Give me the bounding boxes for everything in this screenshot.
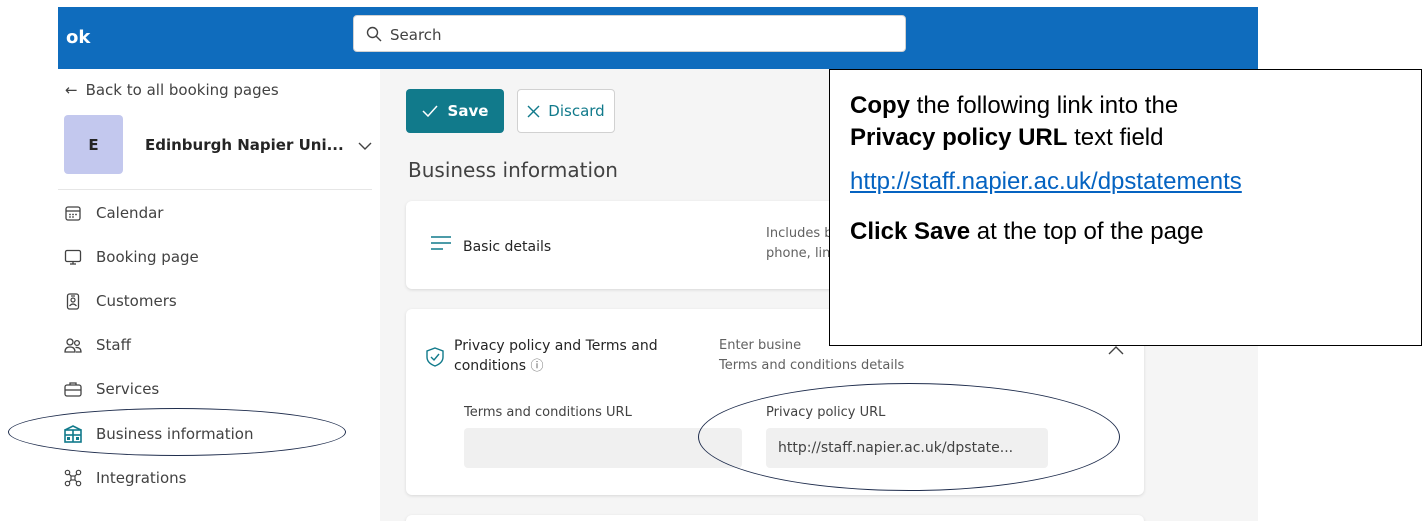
- sidebar-item-label: Integrations: [96, 469, 187, 487]
- instruction-bold: Copy: [850, 92, 910, 119]
- sidebar-item-calendar[interactable]: Calendar: [58, 198, 163, 228]
- business-name: Edinburgh Napier Uni...: [145, 135, 344, 154]
- sidebar-item-label: Calendar: [96, 204, 164, 222]
- save-button[interactable]: Save: [406, 89, 504, 133]
- top-bar: ok Search: [58, 7, 1258, 69]
- calendar-icon: [58, 204, 88, 222]
- search-icon: [366, 26, 382, 42]
- app-brand: ok: [66, 27, 91, 48]
- chevron-up-icon[interactable]: [1108, 345, 1124, 355]
- badge-icon: [58, 292, 88, 310]
- nav-divider: [58, 189, 372, 190]
- sidebar-item-label: Customers: [96, 292, 177, 310]
- text-lines-icon: [430, 234, 452, 257]
- label-line: Privacy policy and Terms and: [454, 338, 658, 354]
- label-line-2: conditions ⓘ: [454, 356, 714, 377]
- highlight-ellipse-nav: [8, 408, 346, 456]
- sidebar-item-label: Services: [96, 380, 160, 398]
- search-input[interactable]: Search: [353, 15, 906, 52]
- basic-details-label: Basic details: [463, 239, 552, 255]
- instruction-line-1: Copy the following link into the: [850, 90, 1421, 122]
- sidebar-item-staff[interactable]: Staff: [58, 330, 131, 360]
- instruction-line-3: Click Save at the top of the page: [850, 216, 1421, 248]
- description-line: Terms and conditions details: [719, 358, 905, 373]
- back-label: Back to all booking pages: [85, 81, 279, 99]
- instruction-text: text field: [1067, 124, 1164, 151]
- instruction-link[interactable]: http://staff.napier.ac.uk/dpstatements: [850, 166, 1421, 198]
- sidebar-item-label: Staff: [96, 336, 131, 354]
- back-link[interactable]: ← Back to all booking pages: [65, 81, 279, 99]
- search-placeholder: Search: [390, 26, 442, 44]
- people-icon: [58, 336, 88, 354]
- instruction-text: the following link into the: [910, 92, 1179, 119]
- save-label: Save: [447, 102, 489, 120]
- terms-url-label: Terms and conditions URL: [464, 405, 632, 420]
- instruction-text: at the top of the page: [970, 218, 1204, 245]
- highlight-ellipse-field: [698, 383, 1120, 491]
- discard-button[interactable]: Discard: [517, 89, 615, 133]
- instruction-bold: Privacy policy URL: [850, 124, 1068, 151]
- page-title: Business information: [408, 158, 618, 182]
- sidebar-item-services[interactable]: Services: [58, 374, 159, 404]
- avatar: E: [64, 115, 123, 174]
- shield-check-icon: [426, 347, 444, 372]
- close-icon: [527, 105, 540, 117]
- label-text: conditions: [454, 358, 527, 374]
- briefcase-icon: [58, 380, 88, 398]
- instruction-line-2: Privacy policy URL text field: [850, 122, 1421, 154]
- sidebar-item-booking-page[interactable]: Booking page: [58, 242, 199, 272]
- sidebar-item-customers[interactable]: Customers: [58, 286, 177, 316]
- discard-label: Discard: [548, 102, 605, 120]
- instruction-box: Copy the following link into the Privacy…: [829, 69, 1422, 346]
- privacy-terms-label: Privacy policy and Terms and conditions …: [454, 336, 714, 377]
- instruction-bold: Click Save: [850, 218, 971, 245]
- chevron-down-icon: [358, 142, 372, 150]
- monitor-icon: [58, 248, 88, 266]
- next-card: [406, 515, 1144, 521]
- info-icon[interactable]: ⓘ: [530, 359, 543, 374]
- arrow-left-icon: ←: [65, 81, 78, 99]
- integrations-icon: [58, 468, 88, 488]
- sidebar-item-label: Booking page: [96, 248, 199, 266]
- business-switcher[interactable]: E Edinburgh Napier Uni...: [64, 115, 372, 174]
- sidebar-item-integrations[interactable]: Integrations: [58, 463, 186, 493]
- check-icon: [422, 105, 438, 117]
